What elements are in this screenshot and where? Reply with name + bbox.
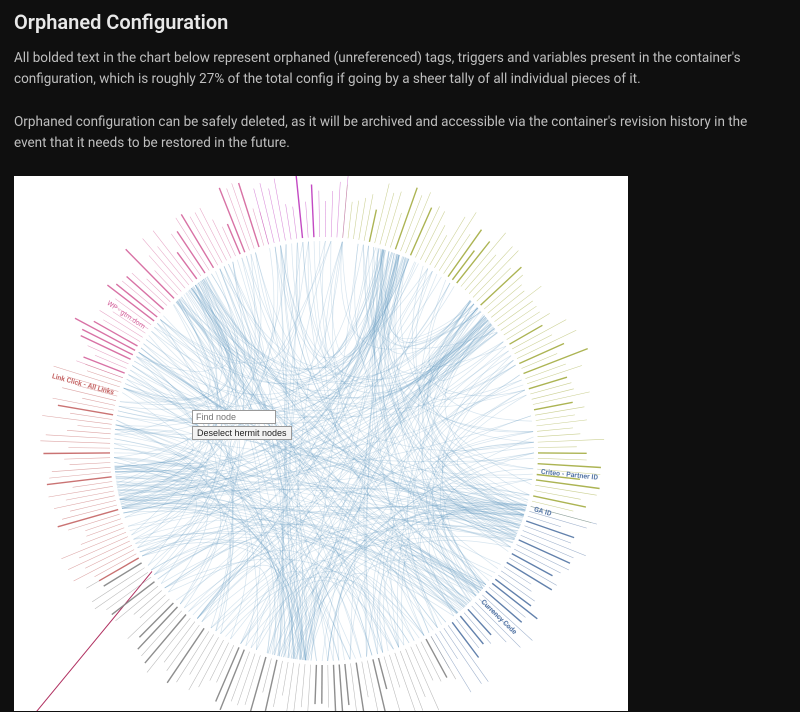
chord-diagram-container: Criteo - Partner IDGA IDCurrency CodeWP … [14,176,628,711]
chord-node-label[interactable]: Criteo - Partner ID [541,468,599,482]
deselect-hermit-button[interactable]: Deselect hermit nodes [192,426,292,440]
chord-node-label[interactable]: GA ID [533,505,553,518]
chart-controls: Deselect hermit nodes [192,410,292,440]
chord-diagram-svg[interactable]: Criteo - Partner IDGA IDCurrency CodeWP … [14,176,628,711]
find-node-input[interactable] [192,410,276,424]
intro-paragraph-1: All bolded text in the chart below repre… [14,48,774,90]
chord-node-label[interactable]: Currency Code [479,598,518,636]
intro-paragraph-2: Orphaned configuration can be safely del… [14,112,774,154]
page-title: Orphaned Configuration [14,10,786,34]
